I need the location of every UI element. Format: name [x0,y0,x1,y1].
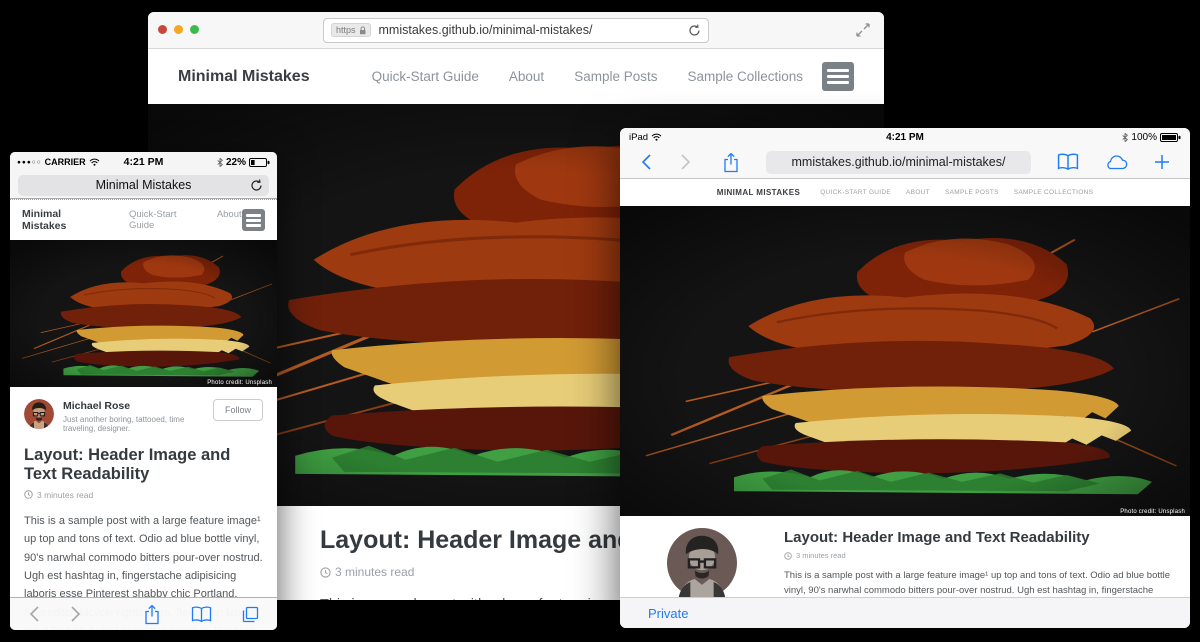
private-button[interactable]: Private [648,606,688,621]
header-feature-image: Photo credit: Unsplash [10,240,277,387]
ipad-status-bar: iPad 4:21 PM 100% [620,128,1190,146]
minimize-window-button[interactable] [174,25,183,34]
iphone-window: ●●●○○ CARRIER 4:21 PM 22% Minimal Mistak… [10,152,277,630]
header-feature-image: Photo credit: Unsplash [620,206,1190,516]
leaves-photo [620,206,1190,516]
menu-toggle-button[interactable] [242,209,265,231]
site-masthead: MINIMAL MISTAKES QUICK-START GUIDE ABOUT… [620,179,1190,206]
icloud-tabs-icon[interactable] [1103,154,1130,171]
post-content: Michael Rose Just another boring, tattoo… [620,516,1190,598]
author-name: Michael Rose [63,400,213,412]
clock-icon [784,552,792,560]
nav-item-sample-posts[interactable]: SAMPLE POSTS [945,189,999,196]
share-icon[interactable] [722,152,740,173]
photo-credit-badge: Photo credit: Unsplash [1115,508,1190,516]
menu-toggle-button[interactable] [822,62,854,91]
author-meta: Michael Rose Just another boring, tattoo… [63,399,213,433]
url-text: mmistakes.github.io/minimal-mistakes/ [792,155,1006,169]
nav-item-about[interactable]: ABOUT [906,189,930,196]
address-field[interactable]: mmistakes.github.io/minimal-mistakes/ [766,151,1031,174]
safari-toolbar: mmistakes.github.io/minimal-mistakes/ [620,146,1190,179]
responsive-mockup-canvas: { "colors": { "accent_blue": "#1e7bf7", … [0,0,1200,642]
nav-item-quick-start-guide[interactable]: Quick-Start Guide [129,209,200,231]
nav-item-sample-collections[interactable]: Sample Collections [687,69,803,84]
author-bio: Just another boring, tattooed, time trav… [63,415,213,433]
nav-item-about[interactable]: About [217,209,242,231]
nav-item-sample-posts[interactable]: Sample Posts [574,69,657,84]
post-meta: 3 minutes read [784,551,1189,560]
hamburger-icon [827,69,849,72]
author-sidebar: Michael Rose Just another boring, tattoo… [646,528,758,598]
post-meta: 3 minutes read [24,490,263,500]
share-icon[interactable] [143,604,161,625]
site-nav: Quick-Start Guide About [129,209,242,231]
nav-item-sample-collections[interactable]: SAMPLE COLLECTIONS [1014,189,1093,196]
status-time: 4:21 PM [10,156,277,168]
forward-icon[interactable] [70,605,82,623]
site-title-link[interactable]: Minimal Mistakes [22,208,105,232]
forward-icon[interactable] [680,153,692,171]
read-time: 3 minutes read [796,551,846,560]
nav-item-about[interactable]: About [509,69,544,84]
author-avatar [24,399,54,429]
bookmarks-icon[interactable] [191,606,212,623]
clock-icon [24,490,33,499]
iphone-status-bar: ●●●○○ CARRIER 4:21 PM 22% [10,152,277,172]
site-title-link[interactable]: Minimal Mistakes [178,68,310,86]
back-icon[interactable] [28,605,40,623]
url-text: mmistakes.github.io/minimal-mistakes/ [371,23,688,37]
status-time: 4:21 PM [620,132,1190,143]
follow-button[interactable]: Follow [213,399,263,421]
clock-icon [320,567,331,578]
browser-titlebar: https mmistakes.github.io/minimal-mistak… [148,12,884,49]
new-tab-icon[interactable] [1154,154,1170,170]
site-masthead: Minimal Mistakes Quick-Start Guide About… [148,49,884,104]
window-controls [158,25,199,34]
nav-item-quick-start-guide[interactable]: QUICK-START GUIDE [820,189,891,196]
safari-bottom-toolbar [10,597,277,630]
ipad-window: iPad 4:21 PM 100% mmistakes.github.io/mi… [620,128,1190,628]
read-time: 3 minutes read [335,565,414,579]
close-window-button[interactable] [158,25,167,34]
back-icon[interactable] [640,153,652,171]
site-masthead: Minimal Mistakes Quick-Start Guide About [10,199,277,240]
address-bar[interactable]: https mmistakes.github.io/minimal-mistak… [323,18,709,43]
site-nav: QUICK-START GUIDE ABOUT SAMPLE POSTS SAM… [820,189,1093,196]
post-title: Layout: Header Image and Text Readabilit… [24,446,263,485]
tabs-icon[interactable] [242,606,259,623]
reader-icon[interactable] [1057,153,1079,171]
page-title: Minimal Mistakes [96,178,192,192]
site-title-link[interactable]: MINIMAL MISTAKES [717,188,800,197]
author-avatar [646,528,758,598]
nav-item-quick-start-guide[interactable]: Quick-Start Guide [372,69,479,84]
reload-icon[interactable] [688,24,701,37]
post-content: Michael Rose Just another boring, tattoo… [10,387,277,630]
lock-icon [359,26,366,35]
photo-credit-badge: Photo credit: Unsplash [202,379,277,387]
post-main: Layout: Header Image and Text Readabilit… [784,528,1189,598]
post-title: Layout: Header Image and Text Readabilit… [784,529,1189,546]
https-badge: https [331,23,371,37]
zoom-window-button[interactable] [190,25,199,34]
post-paragraph: This is a sample post with a large featu… [784,568,1189,598]
site-nav: Quick-Start Guide About Sample Posts Sam… [372,69,803,84]
read-time: 3 minutes read [37,490,93,500]
hamburger-icon [246,214,261,217]
https-label: https [336,25,356,35]
address-field[interactable]: Minimal Mistakes [18,175,269,196]
reload-icon[interactable] [250,179,263,192]
author-row: Michael Rose Just another boring, tattoo… [24,399,263,433]
leaves-photo [10,240,277,387]
fullscreen-expand-icon[interactable] [856,23,870,37]
safari-address-bar: Minimal Mistakes [10,172,277,199]
private-browsing-bar: Private [620,597,1190,628]
